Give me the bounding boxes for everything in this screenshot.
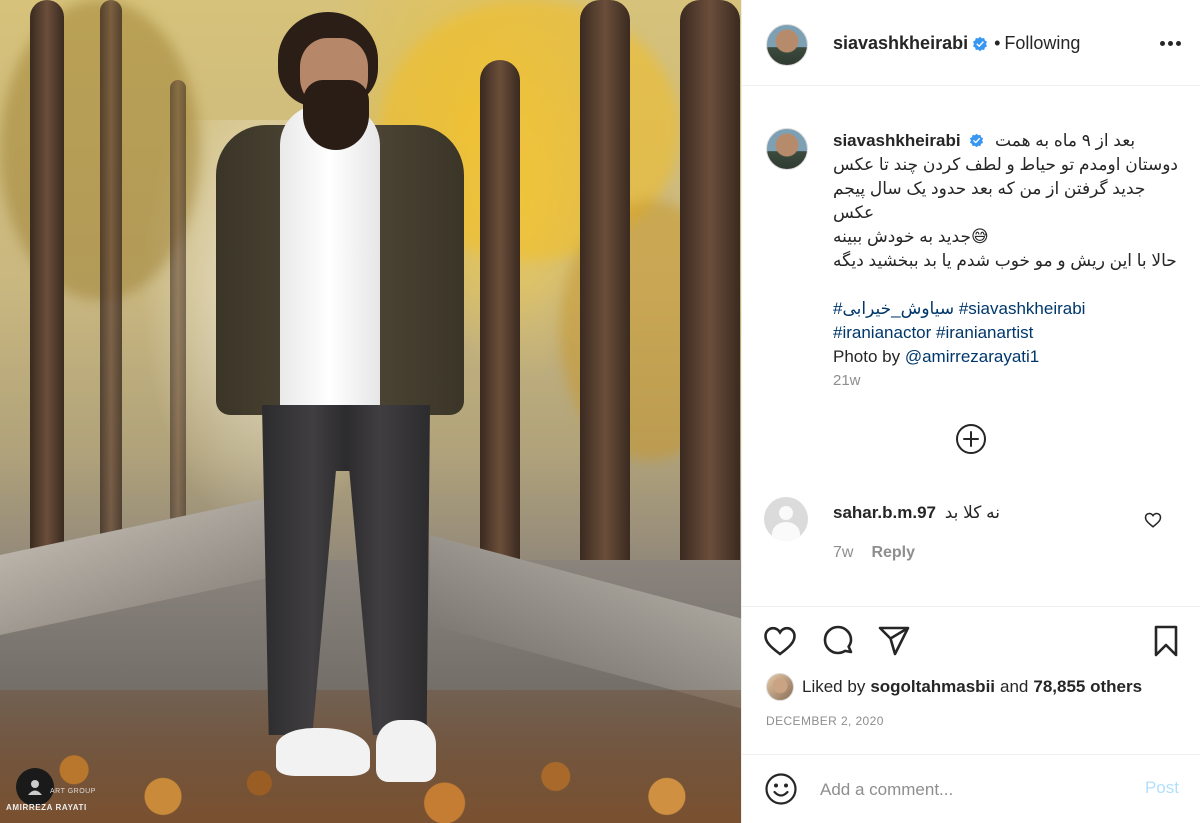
- comment-like-heart-icon[interactable]: [1144, 511, 1162, 529]
- post-date[interactable]: DECEMBER 2, 2020: [766, 714, 884, 728]
- caption-username[interactable]: siavashkheirabi: [833, 131, 961, 150]
- comment-text: sahar.b.m.97 نه کلا بد: [833, 503, 1000, 523]
- caption-line: حالا با این ریش و مو خوب شدم یا بد ببخشی…: [833, 251, 1177, 270]
- tree-trunk: [100, 0, 122, 560]
- hashtag-link[interactable]: #siavashkheirabi: [959, 299, 1086, 318]
- hashtag-link[interactable]: #iranianactor: [833, 323, 931, 342]
- photo-credit-label: Photo by: [833, 347, 901, 366]
- smiley-icon[interactable]: [764, 772, 798, 806]
- fallen-leaves: [0, 690, 741, 823]
- comment-composer: Post: [742, 754, 1200, 823]
- photographer-mention[interactable]: @amirrezarayati1: [905, 347, 1039, 366]
- author-row: siavashkheirabi • Following: [833, 33, 1080, 54]
- tree-trunk: [30, 0, 64, 600]
- tree-trunk: [170, 80, 186, 540]
- post-photo[interactable]: ART GROUP AMIRREZA RAYATI: [0, 0, 741, 823]
- tree-trunk: [480, 60, 520, 580]
- person-shoe-left: [276, 728, 370, 776]
- person-shoe-right: [376, 720, 436, 782]
- comment-input[interactable]: [820, 777, 1120, 803]
- watermark-line2: AMIRREZA RAYATI: [6, 803, 87, 812]
- watermark-line1: ART GROUP: [50, 788, 96, 795]
- commenter-avatar[interactable]: [764, 497, 808, 541]
- photographer-watermark: ART GROUP AMIRREZA RAYATI: [6, 768, 96, 812]
- hashtags-row: #سیاوش_خیرابی #siavashkheirabi: [833, 297, 1183, 321]
- comment-body: نه کلا بد: [944, 503, 1000, 522]
- plus-circle-icon[interactable]: [955, 423, 987, 455]
- photo-credit: Photo by @amirrezarayati1: [833, 345, 1183, 369]
- person-hoodie: [280, 105, 380, 415]
- likes-summary: Liked by sogoltahmasbii and 78,855 other…: [766, 673, 1142, 701]
- verified-badge-icon: [973, 36, 988, 51]
- caption-line: 😅جدید به خودش ببینه: [833, 227, 989, 246]
- person-beard: [303, 80, 369, 150]
- caption-scroll-area[interactable]: siavashkheirabi بعد از ۹ ماه به همت دوست…: [742, 87, 1200, 595]
- more-options-icon[interactable]: [1160, 41, 1181, 46]
- verified-badge-icon: [970, 133, 984, 148]
- post-side-panel: siavashkheirabi • Following siavashkheir…: [741, 0, 1200, 823]
- heart-icon[interactable]: [762, 623, 798, 659]
- comment-bubble-icon[interactable]: [820, 623, 856, 659]
- caption: siavashkheirabi بعد از ۹ ماه به همت دوست…: [833, 129, 1183, 369]
- post-header: siavashkheirabi • Following: [742, 0, 1200, 86]
- liker-username[interactable]: sogoltahmasbii: [870, 677, 995, 697]
- liker-avatar[interactable]: [766, 673, 794, 701]
- hashtag-link[interactable]: #iranianartist: [936, 323, 1033, 342]
- caption-timestamp[interactable]: 21w: [833, 372, 861, 389]
- follow-separator: •: [994, 33, 1001, 53]
- comment-timestamp[interactable]: 7w: [833, 544, 853, 562]
- author-username[interactable]: siavashkheirabi: [833, 33, 968, 54]
- reply-button[interactable]: Reply: [871, 544, 915, 562]
- watermark-logo-icon: [16, 768, 54, 806]
- tree-trunk: [680, 0, 740, 620]
- commenter-username[interactable]: sahar.b.m.97: [833, 503, 936, 522]
- likes-prefix: Liked by: [802, 677, 866, 696]
- caption-line: [833, 273, 1183, 297]
- post-actions: Liked by sogoltahmasbii and 78,855 other…: [742, 606, 1200, 823]
- caption-line: جدید گرفتن از من که بعد حدود یک سال پیجم…: [833, 179, 1146, 222]
- post-comment-button[interactable]: Post: [1145, 778, 1179, 798]
- comment-meta: 7w Reply: [833, 544, 915, 562]
- tree-trunk: [580, 0, 630, 600]
- hashtags-row: #iranianactor #iranianartist: [833, 321, 1183, 345]
- caption-author-avatar[interactable]: [766, 128, 808, 170]
- paper-plane-icon[interactable]: [876, 623, 912, 659]
- following-button[interactable]: Following: [1004, 33, 1080, 54]
- caption-line: بعد از ۹ ماه به همت: [995, 131, 1136, 150]
- bookmark-icon[interactable]: [1148, 623, 1184, 659]
- likes-conjunction: and: [1000, 677, 1029, 696]
- caption-line: دوستان اومدم تو حیاط و لطف کردن چند تا ع…: [833, 155, 1179, 174]
- action-icons-row: [762, 623, 1186, 659]
- author-avatar[interactable]: [766, 24, 808, 66]
- hashtag-link[interactable]: #سیاوش_خیرابی: [833, 299, 954, 318]
- likes-others-count[interactable]: 78,855 others: [1033, 677, 1142, 697]
